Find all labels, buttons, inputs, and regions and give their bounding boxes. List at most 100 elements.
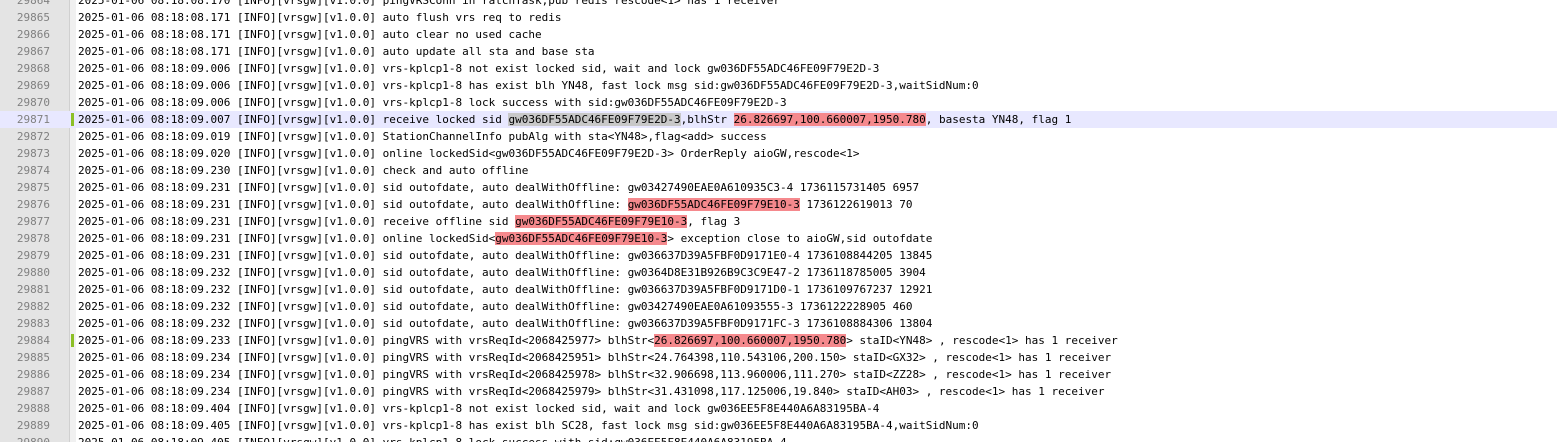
line-number: 29882: [16, 300, 50, 313]
log-line[interactable]: 29881 2025-01-06 08:18:09.232 [INFO][vrsg…: [0, 281, 1557, 298]
change-marker-empty: [71, 402, 74, 415]
change-marker-empty: [71, 266, 74, 279]
log-segment: 2025-01-06 08:18:09.231 [INFO][vrsgw][v1…: [78, 181, 920, 194]
change-marker-empty: [71, 300, 74, 313]
log-text[interactable]: 2025-01-06 08:18:09.230 [INFO][vrsgw][v1…: [78, 162, 528, 179]
log-line[interactable]: 29882 2025-01-06 08:18:09.232 [INFO][vrsg…: [0, 298, 1557, 315]
log-line[interactable]: 29885 2025-01-06 08:18:09.234 [INFO][vrsg…: [0, 349, 1557, 366]
line-number: 29870: [16, 96, 50, 109]
log-text[interactable]: 2025-01-06 08:18:09.234 [INFO][vrsgw][v1…: [78, 349, 1111, 366]
log-text[interactable]: 2025-01-06 08:18:08.171 [INFO][vrsgw][v1…: [78, 26, 542, 43]
log-line[interactable]: 29872 2025-01-06 08:18:09.019 [INFO][vrsg…: [0, 128, 1557, 145]
selection-highlight: gw036DF55ADC46FE09F79E2D-3: [508, 113, 681, 126]
log-line[interactable]: 29877 2025-01-06 08:18:09.231 [INFO][vrsg…: [0, 213, 1557, 230]
log-line[interactable]: 29865 2025-01-06 08:18:08.171 [INFO][vrsg…: [0, 9, 1557, 26]
log-text[interactable]: 2025-01-06 08:18:09.231 [INFO][vrsgw][v1…: [78, 179, 919, 196]
log-segment: 2025-01-06 08:18:09.020 [INFO][vrsgw][v1…: [78, 147, 860, 160]
log-text[interactable]: 2025-01-06 08:18:09.020 [INFO][vrsgw][v1…: [78, 145, 859, 162]
log-line[interactable]: 29879 2025-01-06 08:18:09.231 [INFO][vrsg…: [0, 247, 1557, 264]
log-line[interactable]: 29873 2025-01-06 08:18:09.020 [INFO][vrsg…: [0, 145, 1557, 162]
change-marker-empty: [71, 317, 74, 330]
log-segment: 2025-01-06 08:18:09.233 [INFO][vrsgw][v1…: [78, 334, 655, 347]
log-text[interactable]: 2025-01-06 08:18:09.232 [INFO][vrsgw][v1…: [78, 281, 932, 298]
log-text[interactable]: 2025-01-06 08:18:09.231 [INFO][vrsgw][v1…: [78, 247, 932, 264]
log-text[interactable]: 2025-01-06 08:18:09.007 [INFO][vrsgw][v1…: [78, 111, 1071, 128]
line-number: 29881: [16, 283, 50, 296]
line-number: 29886: [16, 368, 50, 381]
log-segment: , flag 3: [687, 215, 741, 228]
change-marker: [71, 113, 74, 126]
log-line[interactable]: 29888 2025-01-06 08:18:09.404 [INFO][vrsg…: [0, 400, 1557, 417]
log-line[interactable]: 29864 2025-01-06 08:18:08.170 [INFO][vrsg…: [0, 0, 1557, 9]
line-number: 29868: [16, 62, 50, 75]
log-line[interactable]: 29866 2025-01-06 08:18:08.171 [INFO][vrsg…: [0, 26, 1557, 43]
log-text[interactable]: 2025-01-06 08:18:09.233 [INFO][vrsgw][v1…: [78, 332, 1118, 349]
change-marker-empty: [71, 181, 74, 194]
log-segment: 2025-01-06 08:18:08.171 [INFO][vrsgw][v1…: [78, 45, 595, 58]
log-segment: 2025-01-06 08:18:09.234 [INFO][vrsgw][v1…: [78, 385, 1105, 398]
log-segment: 2025-01-06 08:18:09.232 [INFO][vrsgw][v1…: [78, 300, 913, 313]
change-marker-empty: [71, 436, 74, 442]
log-line[interactable]: 29867 2025-01-06 08:18:08.171 [INFO][vrsg…: [0, 43, 1557, 60]
change-marker-empty: [71, 62, 74, 75]
line-number: 29880: [16, 266, 50, 279]
log-segment: 2025-01-06 08:18:08.171 [INFO][vrsgw][v1…: [78, 11, 562, 24]
change-marker-empty: [71, 11, 74, 24]
log-segment: > exception close to aioGW,sid outofdate: [667, 232, 933, 245]
log-text[interactable]: 2025-01-06 08:18:09.006 [INFO][vrsgw][v1…: [78, 94, 787, 111]
log-text[interactable]: 2025-01-06 08:18:08.171 [INFO][vrsgw][v1…: [78, 43, 595, 60]
line-number: 29867: [16, 45, 50, 58]
log-line[interactable]: 29875 2025-01-06 08:18:09.231 [INFO][vrsg…: [0, 179, 1557, 196]
log-segment: 2025-01-06 08:18:09.007 [INFO][vrsgw][v1…: [78, 113, 509, 126]
log-text[interactable]: 2025-01-06 08:18:09.232 [INFO][vrsgw][v1…: [78, 315, 932, 332]
log-line[interactable]: 29890 2025-01-06 08:18:09.405 [INFO][vrsg…: [0, 434, 1557, 442]
log-line[interactable]: 29878 2025-01-06 08:18:09.231 [INFO][vrsg…: [0, 230, 1557, 247]
log-text[interactable]: 2025-01-06 08:18:09.405 [INFO][vrsgw][v1…: [78, 417, 979, 434]
change-marker-empty: [71, 351, 74, 364]
log-line[interactable]: 29887 2025-01-06 08:18:09.234 [INFO][vrsg…: [0, 383, 1557, 400]
change-marker: [71, 334, 74, 347]
search-highlight: gw036DF55ADC46FE09F79E10-3: [495, 232, 668, 245]
log-line[interactable]: 29869 2025-01-06 08:18:09.006 [INFO][vrsg…: [0, 77, 1557, 94]
change-marker-empty: [71, 215, 74, 228]
change-marker-empty: [71, 283, 74, 296]
log-text[interactable]: 2025-01-06 08:18:09.231 [INFO][vrsgw][v1…: [78, 230, 932, 247]
change-marker-empty: [71, 368, 74, 381]
log-text[interactable]: 2025-01-06 08:18:09.234 [INFO][vrsgw][v1…: [78, 366, 1111, 383]
log-line[interactable]: 29883 2025-01-06 08:18:09.232 [INFO][vrsg…: [0, 315, 1557, 332]
log-text[interactable]: 2025-01-06 08:18:09.006 [INFO][vrsgw][v1…: [78, 77, 979, 94]
log-line[interactable]: 29871 2025-01-06 08:18:09.007 [INFO][vrsg…: [0, 111, 1557, 128]
log-line[interactable]: 29870 2025-01-06 08:18:09.006 [INFO][vrsg…: [0, 94, 1557, 111]
log-text[interactable]: 2025-01-06 08:18:08.171 [INFO][vrsgw][v1…: [78, 9, 561, 26]
log-segment: 2025-01-06 08:18:09.232 [INFO][vrsgw][v1…: [78, 283, 933, 296]
log-text[interactable]: 2025-01-06 08:18:09.232 [INFO][vrsgw][v1…: [78, 298, 912, 315]
log-segment: 2025-01-06 08:18:09.006 [INFO][vrsgw][v1…: [78, 79, 979, 92]
log-text[interactable]: 2025-01-06 08:18:09.232 [INFO][vrsgw][v1…: [78, 264, 926, 281]
change-marker-empty: [71, 198, 74, 211]
log-text[interactable]: 2025-01-06 08:18:09.019 [INFO][vrsgw][v1…: [78, 128, 767, 145]
log-editor[interactable]: 29864 2025-01-06 08:18:08.170 [INFO][vrsg…: [0, 0, 1557, 442]
log-line[interactable]: 29884 2025-01-06 08:18:09.233 [INFO][vrsg…: [0, 332, 1557, 349]
change-marker-empty: [71, 249, 74, 262]
log-line[interactable]: 29876 2025-01-06 08:18:09.231 [INFO][vrsg…: [0, 196, 1557, 213]
log-line[interactable]: 29874 2025-01-06 08:18:09.230 [INFO][vrsg…: [0, 162, 1557, 179]
log-text[interactable]: 2025-01-06 08:18:09.405 [INFO][vrsgw][v1…: [78, 434, 787, 442]
log-text[interactable]: 2025-01-06 08:18:08.170 [INFO][vrsgw][v1…: [78, 0, 780, 9]
log-text[interactable]: 2025-01-06 08:18:09.234 [INFO][vrsgw][v1…: [78, 383, 1105, 400]
log-text[interactable]: 2025-01-06 08:18:09.231 [INFO][vrsgw][v1…: [78, 213, 740, 230]
change-marker-empty: [71, 0, 74, 7]
log-text[interactable]: 2025-01-06 08:18:09.404 [INFO][vrsgw][v1…: [78, 400, 879, 417]
log-line[interactable]: 29889 2025-01-06 08:18:09.405 [INFO][vrsg…: [0, 417, 1557, 434]
line-number: 29872: [16, 130, 50, 143]
line-number: 29876: [16, 198, 50, 211]
log-line[interactable]: 29886 2025-01-06 08:18:09.234 [INFO][vrsg…: [0, 366, 1557, 383]
log-line[interactable]: 29868 2025-01-06 08:18:09.006 [INFO][vrsg…: [0, 60, 1557, 77]
log-text[interactable]: 2025-01-06 08:18:09.231 [INFO][vrsgw][v1…: [78, 196, 912, 213]
log-segment: > staID<YN48> , rescode<1> has 1 receive…: [846, 334, 1118, 347]
log-line[interactable]: 29880 2025-01-06 08:18:09.232 [INFO][vrsg…: [0, 264, 1557, 281]
log-text[interactable]: 2025-01-06 08:18:09.006 [INFO][vrsgw][v1…: [78, 60, 879, 77]
line-number: 29887: [16, 385, 50, 398]
log-segment: ,blhStr: [680, 113, 734, 126]
line-number: 29865: [16, 11, 50, 24]
line-number: 29888: [16, 402, 50, 415]
